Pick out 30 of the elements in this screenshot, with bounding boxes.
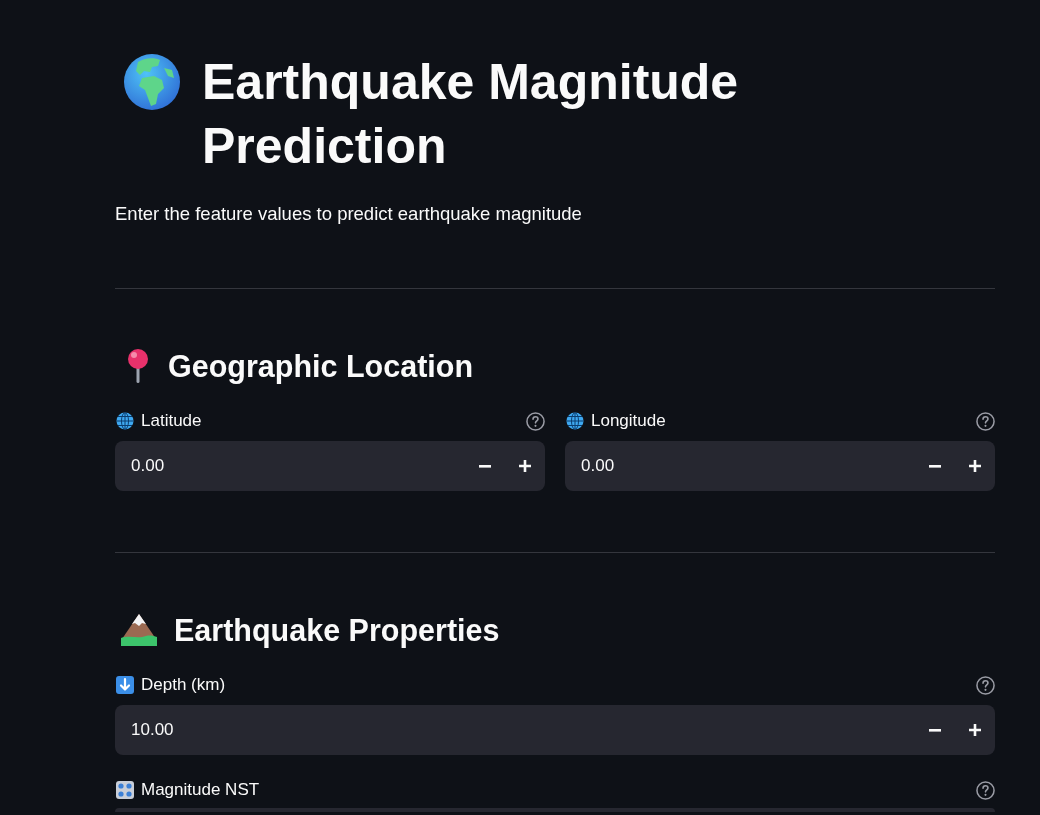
number-input-field[interactable]: 0.00: [115, 441, 465, 491]
help-icon[interactable]: [976, 780, 995, 800]
help-icon[interactable]: [976, 675, 995, 695]
plus-icon: [969, 460, 981, 472]
earth-globe-icon: [124, 54, 180, 110]
minus-icon: [479, 464, 491, 468]
minus-icon: [929, 728, 941, 732]
plus-icon: [519, 460, 531, 472]
globe-icon: [116, 412, 134, 430]
control-knobs-icon: [116, 781, 134, 799]
number-input-field[interactable]: 0.00: [565, 441, 915, 491]
section-heading: Earthquake Properties: [174, 612, 500, 650]
increment-button[interactable]: [955, 441, 995, 491]
field-label: Longitude: [591, 410, 666, 432]
field-label: Latitude: [141, 410, 202, 432]
minus-icon: [929, 464, 941, 468]
increment-button[interactable]: [505, 441, 545, 491]
number-input-field[interactable]: 10.00: [115, 705, 915, 755]
page-subtitle: Enter the feature values to predict earthquake magnitude: [115, 202, 583, 226]
help-icon[interactable]: [976, 411, 995, 431]
increment-button[interactable]: [955, 705, 995, 755]
field-label: Magnitude NST: [141, 779, 260, 801]
globe-icon: [566, 412, 584, 430]
down-arrow-icon: [116, 676, 134, 694]
field-label: Depth (km): [141, 674, 226, 696]
plus-icon: [969, 724, 981, 736]
section-heading: Geographic Location: [168, 348, 474, 386]
mountain-icon: [120, 613, 158, 647]
help-icon[interactable]: [526, 411, 545, 431]
page-title: Earthquake Magnitude Prediction: [202, 53, 740, 176]
